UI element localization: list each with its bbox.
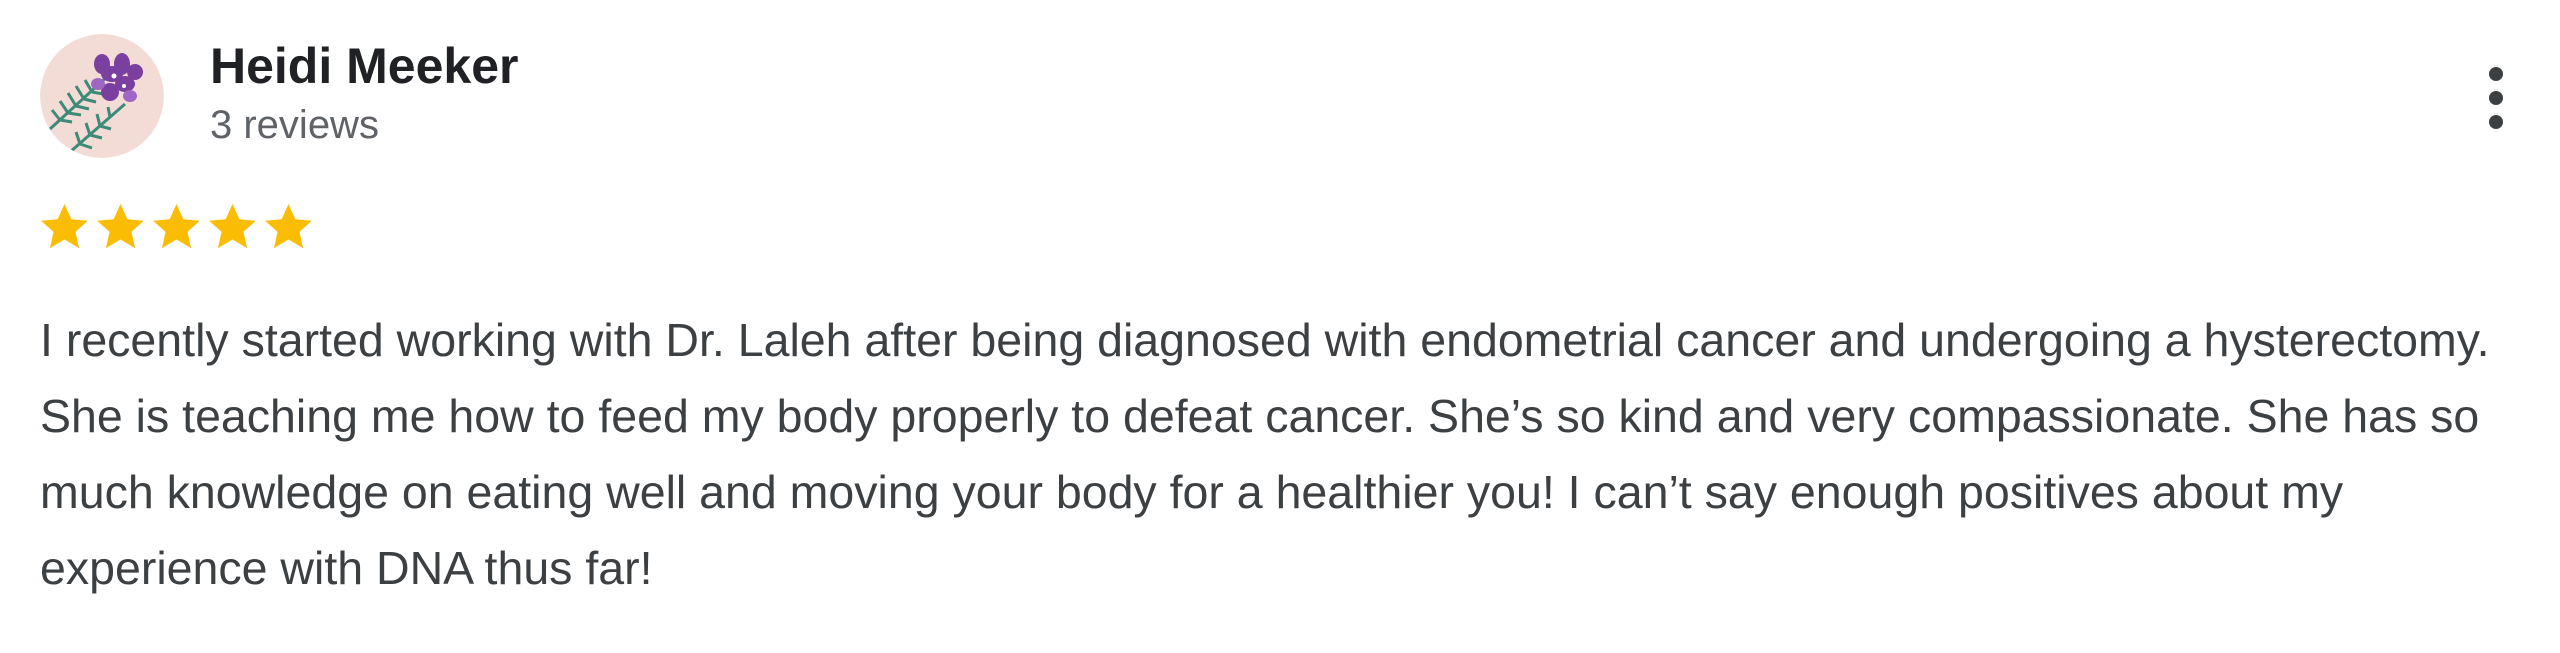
- star-icon: [97, 203, 144, 249]
- author-review-count[interactable]: 3 reviews: [210, 100, 379, 150]
- review-card: Heidi Meeker 3 reviews I recently starte…: [0, 0, 2560, 653]
- star-icon: [209, 203, 256, 249]
- author-avatar[interactable]: [40, 34, 164, 158]
- star-rating: [38, 200, 315, 260]
- more-options-button[interactable]: [2468, 58, 2524, 138]
- star-icon: [153, 203, 200, 249]
- star-icon: [41, 203, 88, 249]
- star-icon: [265, 203, 312, 249]
- flower-avatar-icon: [40, 34, 164, 158]
- author-name[interactable]: Heidi Meeker: [210, 36, 518, 96]
- more-vertical-icon: [2489, 67, 2503, 129]
- review-text: I recently started working with Dr. Lale…: [40, 314, 2490, 594]
